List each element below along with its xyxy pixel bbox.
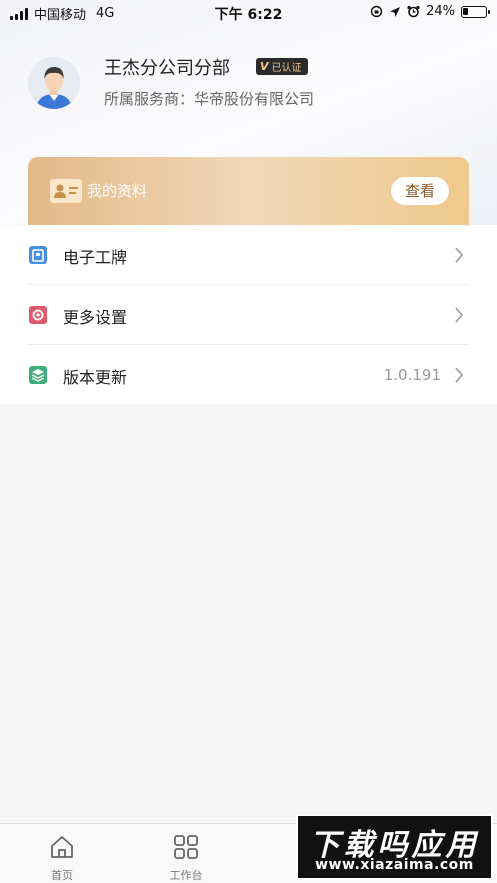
chevron-right-icon bbox=[455, 247, 464, 263]
badge-icon bbox=[29, 246, 47, 264]
version-number: 1.0.191 bbox=[383, 366, 441, 384]
orientation-lock-icon bbox=[370, 5, 383, 18]
watermark-url: www.xiazaima.com bbox=[315, 857, 474, 873]
view-profile-button[interactable]: 查看 bbox=[391, 177, 449, 205]
battery-percent: 24% bbox=[426, 4, 455, 19]
menu-item-label: 版本更新 bbox=[63, 368, 128, 387]
service-provider: 所属服务商：华帝股份有限公司 bbox=[104, 88, 314, 109]
id-card-icon bbox=[50, 179, 82, 203]
verified-badge: V 已认证 bbox=[256, 58, 308, 75]
menu-item-label: 更多设置 bbox=[63, 308, 128, 327]
location-icon bbox=[390, 6, 401, 17]
screen: 中国移动 4G 下午 6:22 24% 王杰分公司分部 V 已认证 所属服务商：… bbox=[0, 0, 497, 883]
verified-text: 已认证 bbox=[271, 63, 302, 74]
provider-label: 所属服务商： bbox=[104, 90, 195, 108]
avatar[interactable] bbox=[28, 57, 80, 109]
settings-icon bbox=[29, 306, 47, 324]
my-profile-label: 我的资料 bbox=[87, 182, 148, 200]
tab-label: 工作台 bbox=[169, 869, 203, 882]
alarm-icon bbox=[407, 5, 420, 18]
battery-icon bbox=[461, 5, 490, 18]
menu-item-settings[interactable]: 更多设置 bbox=[0, 285, 497, 345]
settings-menu: 电子工牌 更多设置 版本更新 1.0.191 bbox=[0, 225, 497, 404]
my-profile-card[interactable]: 我的资料 查看 bbox=[28, 157, 469, 225]
chevron-right-icon bbox=[455, 367, 464, 383]
menu-item-label: 电子工牌 bbox=[63, 248, 128, 267]
watermark-logo: 下载吗应用 www.xiazaima.com bbox=[296, 814, 493, 880]
chevron-right-icon bbox=[455, 307, 464, 323]
status-right: 24% bbox=[370, 4, 490, 19]
status-bar: 中国移动 4G 下午 6:22 24% bbox=[0, 0, 497, 26]
provider-name: 华帝股份有限公司 bbox=[194, 90, 315, 108]
tab-workbench[interactable]: 工作台 bbox=[146, 824, 226, 883]
grid-icon bbox=[174, 835, 198, 859]
menu-item-badge[interactable]: 电子工牌 bbox=[0, 225, 497, 285]
menu-item-version-update[interactable]: 版本更新 1.0.191 bbox=[0, 345, 497, 405]
home-icon bbox=[51, 836, 73, 858]
tab-home[interactable]: 首页 bbox=[22, 824, 102, 883]
verified-mark: V bbox=[260, 60, 269, 73]
tab-label: 首页 bbox=[51, 869, 73, 882]
battery-level bbox=[463, 7, 468, 15]
user-avatar-icon bbox=[28, 57, 80, 109]
company-name: 王杰分公司分部 bbox=[104, 58, 230, 79]
layers-icon bbox=[29, 366, 47, 384]
